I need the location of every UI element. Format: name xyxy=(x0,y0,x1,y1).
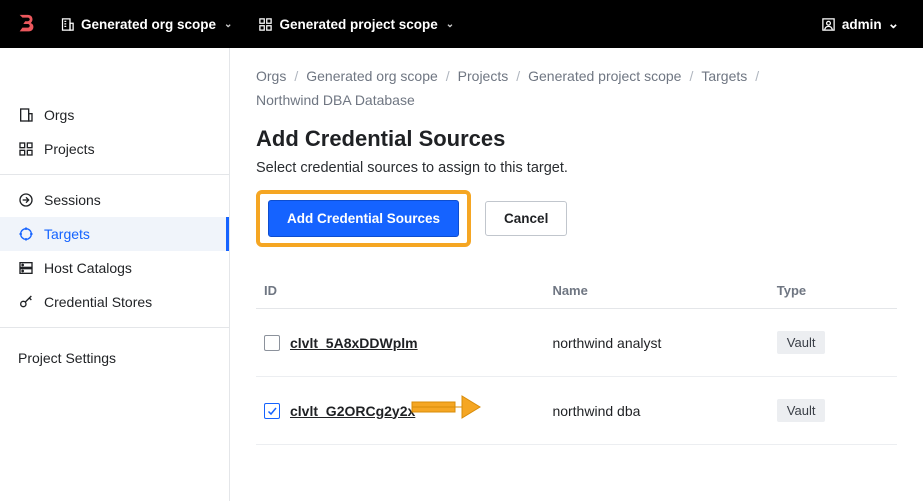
breadcrumb-item[interactable]: Northwind DBA Database xyxy=(256,92,415,108)
type-badge: Vault xyxy=(777,399,826,422)
grid-icon xyxy=(18,141,34,157)
chevron-down-icon: ⌄ xyxy=(446,19,454,30)
sidebar-item-label: Projects xyxy=(44,141,95,157)
breadcrumb: Orgs/ Generated org scope/ Projects/ Gen… xyxy=(256,68,897,108)
row-checkbox[interactable] xyxy=(264,403,280,419)
breadcrumb-item[interactable]: Generated org scope xyxy=(306,68,438,84)
page-title: Add Credential Sources xyxy=(256,126,897,152)
sidebar-item-label: Credential Stores xyxy=(44,294,152,310)
sidebar-item-targets[interactable]: Targets xyxy=(0,217,229,251)
boundary-logo xyxy=(16,13,38,35)
chevron-down-icon: ⌄ xyxy=(224,19,232,30)
project-scope-label: Generated project scope xyxy=(279,17,437,32)
chevron-down-icon: ⌄ xyxy=(888,16,899,32)
credential-id-link[interactable]: clvlt_G2ORCg2y2x xyxy=(290,403,415,419)
type-badge: Vault xyxy=(777,331,826,354)
main-content: Orgs/ Generated org scope/ Projects/ Gen… xyxy=(230,48,923,501)
org-icon xyxy=(18,107,34,123)
sidebar-item-label: Project Settings xyxy=(18,350,116,366)
credential-name: northwind analyst xyxy=(544,309,768,377)
breadcrumb-item[interactable]: Projects xyxy=(458,68,509,84)
entry-icon xyxy=(18,192,34,208)
credential-name: northwind dba xyxy=(544,377,768,445)
sidebar-item-credential-stores[interactable]: Credential Stores xyxy=(0,285,229,319)
row-checkbox[interactable] xyxy=(264,335,280,351)
sidebar-item-host-catalogs[interactable]: Host Catalogs xyxy=(0,251,229,285)
sidebar: Orgs Projects Sessions Targets Host Cata… xyxy=(0,48,230,501)
sidebar-item-label: Sessions xyxy=(44,192,101,208)
sidebar-item-sessions[interactable]: Sessions xyxy=(0,183,229,217)
sidebar-item-projects[interactable]: Projects xyxy=(0,132,229,166)
credential-id-link[interactable]: clvlt_5A8xDDWplm xyxy=(290,335,418,351)
sidebar-item-label: Host Catalogs xyxy=(44,260,132,276)
org-scope-selector[interactable]: Generated org scope ⌄ xyxy=(52,11,240,38)
callout-highlight: Add Credential Sources xyxy=(256,190,471,247)
breadcrumb-item[interactable]: Generated project scope xyxy=(528,68,681,84)
org-scope-label: Generated org scope xyxy=(81,17,216,32)
topbar: Generated org scope ⌄ Generated project … xyxy=(0,0,923,48)
user-menu[interactable]: admin ⌄ xyxy=(813,10,907,38)
arrow-callout-icon xyxy=(410,392,482,422)
col-id: ID xyxy=(256,273,544,309)
breadcrumb-item[interactable]: Orgs xyxy=(256,68,286,84)
key-icon xyxy=(18,294,34,310)
breadcrumb-item[interactable]: Targets xyxy=(701,68,747,84)
add-credential-sources-button[interactable]: Add Credential Sources xyxy=(268,200,459,237)
project-scope-selector[interactable]: Generated project scope ⌄ xyxy=(250,11,462,38)
server-icon xyxy=(18,260,34,276)
col-type: Type xyxy=(769,273,897,309)
page-subtitle: Select credential sources to assign to t… xyxy=(256,160,897,176)
table-row: clvlt_G2ORCg2y2x northwind dba Vault xyxy=(256,377,897,445)
sidebar-item-label: Targets xyxy=(44,226,90,242)
credential-sources-table: ID Name Type clvlt_5A8xDDWplm northwind … xyxy=(256,273,897,445)
sidebar-item-orgs[interactable]: Orgs xyxy=(0,98,229,132)
sidebar-item-label: Orgs xyxy=(44,107,74,123)
sidebar-item-project-settings[interactable]: Project Settings xyxy=(0,336,229,380)
target-icon xyxy=(18,226,34,242)
cancel-button[interactable]: Cancel xyxy=(485,201,567,236)
table-row: clvlt_5A8xDDWplm northwind analyst Vault xyxy=(256,309,897,377)
user-label: admin xyxy=(842,17,882,32)
col-name: Name xyxy=(544,273,768,309)
